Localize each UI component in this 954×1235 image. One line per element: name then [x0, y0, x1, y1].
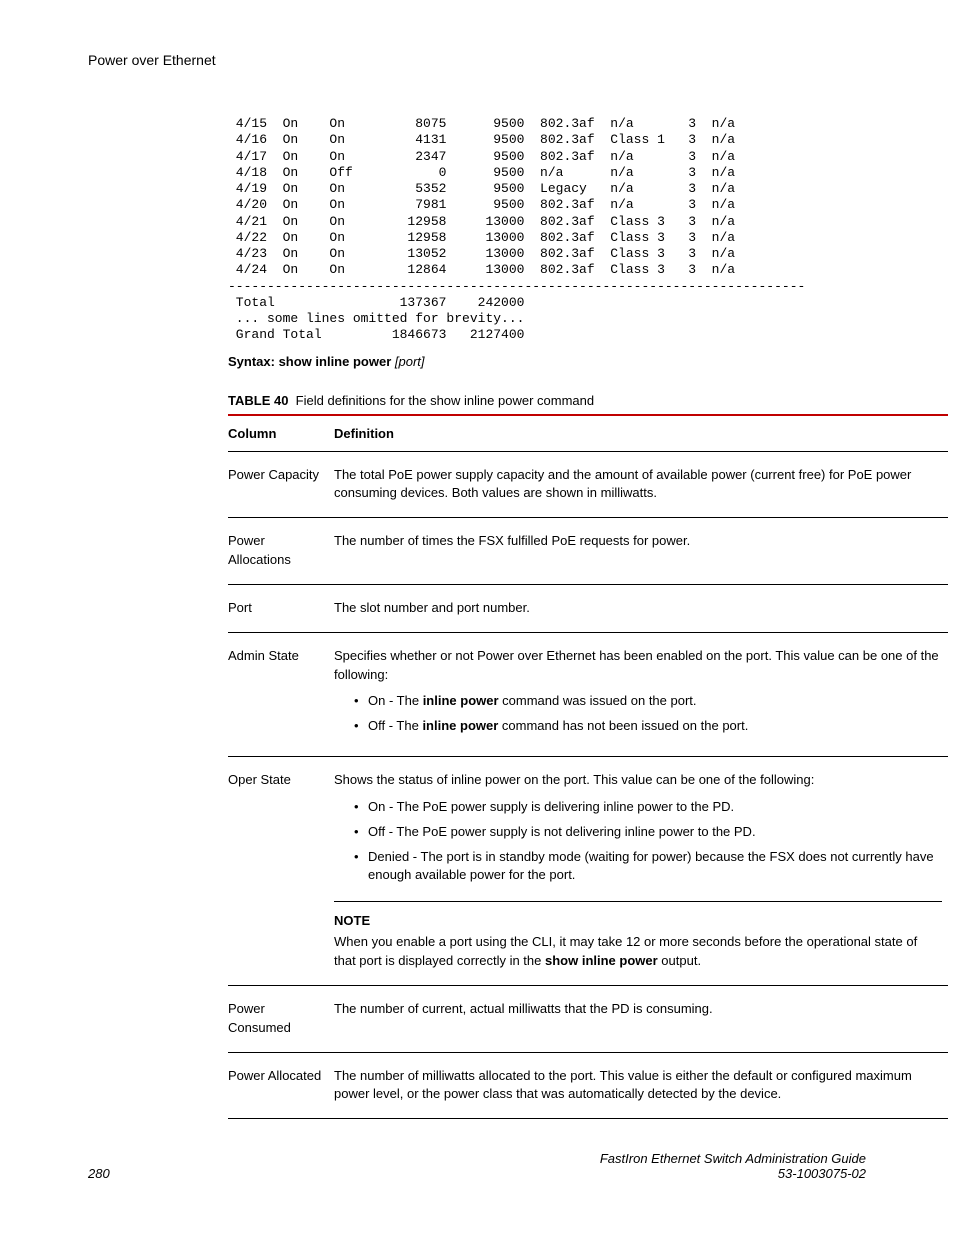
bullet-item: Off - The PoE power supply is not delive…: [354, 823, 942, 842]
row-column-name: Power Allocated: [228, 1052, 334, 1119]
row-definition: The slot number and port number.: [334, 584, 948, 632]
table-caption: TABLE 40 Field definitions for the show …: [88, 393, 866, 408]
row-column-name: Admin State: [228, 632, 334, 756]
bullet-item: On - The PoE power supply is delivering …: [354, 798, 942, 817]
row-definition: Shows the status of inline power on the …: [334, 757, 948, 986]
doc-title: FastIron Ethernet Switch Administration …: [600, 1151, 866, 1166]
page-header: Power over Ethernet: [88, 52, 866, 68]
row-column-name: Oper State: [228, 757, 334, 986]
cli-output: 4/15 On On 8075 9500 802.3af n/a 3 n/a 4…: [88, 116, 866, 344]
table-row: Admin StateSpecifies whether or not Powe…: [228, 632, 948, 756]
row-column-name: Power Capacity: [228, 451, 334, 518]
syntax-prefix: Syntax: show inline power: [228, 354, 391, 369]
table-title: Field definitions for the show inline po…: [296, 393, 594, 408]
doc-number: 53-1003075-02: [600, 1166, 866, 1181]
th-column: Column: [228, 415, 334, 452]
table-row: Power AllocationsThe number of times the…: [228, 518, 948, 585]
page-number: 280: [88, 1166, 110, 1181]
bullet-item: Denied - The port is in standby mode (wa…: [354, 848, 942, 886]
th-definition: Definition: [334, 415, 948, 452]
row-column-name: Port: [228, 584, 334, 632]
table-row: Power AllocatedThe number of milliwatts …: [228, 1052, 948, 1119]
table-row: PortThe slot number and port number.: [228, 584, 948, 632]
row-definition: The number of current, actual milliwatts…: [334, 985, 948, 1052]
row-definition: The total PoE power supply capacity and …: [334, 451, 948, 518]
syntax-line: Syntax: show inline power [port]: [88, 354, 866, 369]
row-definition: The number of milliwatts allocated to th…: [334, 1052, 948, 1119]
table-number: TABLE 40: [228, 393, 288, 408]
bullet-item: Off - The inline power command has not b…: [354, 717, 942, 736]
bullet-item: On - The inline power command was issued…: [354, 692, 942, 711]
syntax-arg: [port]: [395, 354, 425, 369]
row-definition: Specifies whether or not Power over Ethe…: [334, 632, 948, 756]
table-row: Power CapacityThe total PoE power supply…: [228, 451, 948, 518]
table-row: Oper StateShows the status of inline pow…: [228, 757, 948, 986]
definition-table: Column Definition Power CapacityThe tota…: [228, 414, 948, 1120]
row-column-name: Power Consumed: [228, 985, 334, 1052]
note-block: NOTEWhen you enable a port using the CLI…: [334, 901, 942, 971]
row-column-name: Power Allocations: [228, 518, 334, 585]
page-footer: 280 FastIron Ethernet Switch Administrat…: [88, 1151, 866, 1181]
row-definition: The number of times the FSX fulfilled Po…: [334, 518, 948, 585]
table-row: Power ConsumedThe number of current, act…: [228, 985, 948, 1052]
